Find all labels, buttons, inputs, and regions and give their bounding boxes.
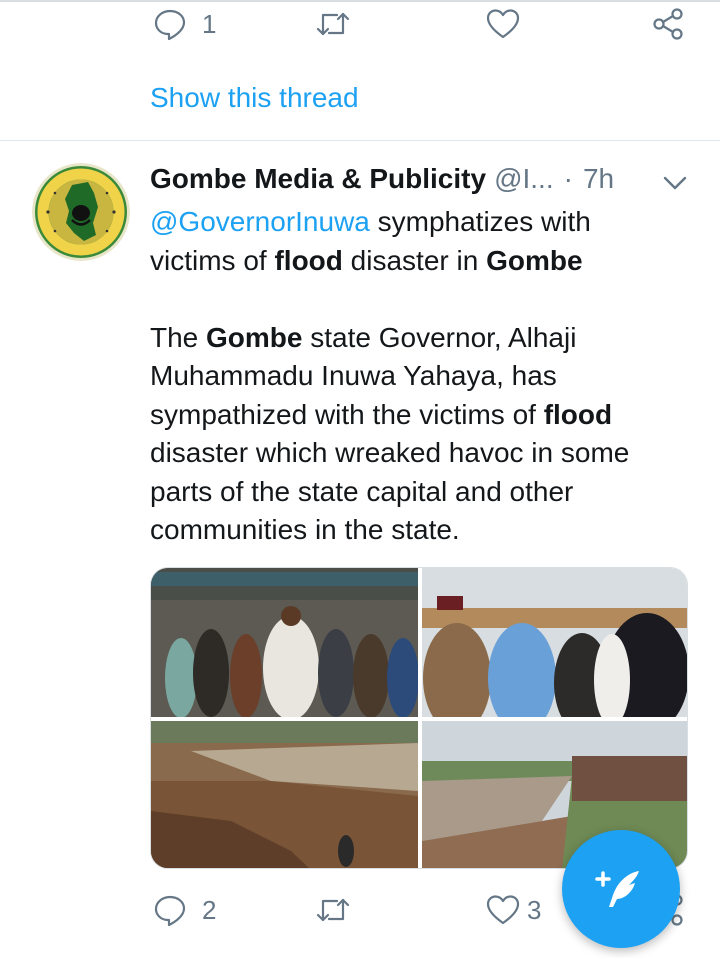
tweet-timestamp[interactable]: 7h: [583, 163, 614, 195]
mention-link[interactable]: @GovernorInuwa: [150, 206, 370, 237]
tweet-divider: [0, 140, 720, 141]
compose-tweet-icon: [595, 871, 639, 907]
tweet-media-grid: [150, 567, 688, 869]
text-span: The: [150, 321, 207, 353]
like-button[interactable]: 3: [485, 890, 541, 930]
retweet-button[interactable]: [315, 890, 351, 930]
reply-count: 1: [202, 8, 217, 39]
top-divider: [0, 0, 720, 2]
tweet-menu-button[interactable]: [660, 168, 690, 198]
author-handle[interactable]: @I...: [494, 163, 554, 195]
retweet-icon: [316, 12, 350, 36]
reply-icon: [154, 895, 186, 927]
bold-keyword: flood: [543, 398, 613, 430]
text-span: disaster which wreaked havoc in some par…: [150, 437, 630, 545]
tweet-body: The Gombe state Governor, Alhaji Muhamma…: [150, 319, 690, 550]
compose-tweet-button[interactable]: [562, 830, 680, 948]
retweet-icon: [316, 898, 350, 922]
tweet-text: @GovernorInuwa symphatizes with victims o…: [150, 203, 690, 550]
gombe-state-seal-logo: [32, 163, 130, 261]
author-name[interactable]: Gombe Media & Publicity: [150, 163, 486, 195]
reply-count: 2: [202, 894, 217, 925]
tweet-headline: @GovernorInuwa symphatizes with victims o…: [150, 203, 690, 280]
photo-flood-erosion-1[interactable]: [151, 721, 418, 868]
avatar[interactable]: [32, 163, 130, 261]
photo-governor-crowd-2[interactable]: [422, 568, 687, 717]
header-separator: ·: [563, 163, 573, 194]
prev-tweet-action-bar: 1: [0, 4, 720, 44]
show-thread-link[interactable]: Show this thread: [150, 82, 359, 114]
bold-keyword: flood: [274, 244, 343, 276]
like-count: 3: [527, 894, 542, 925]
share-icon: [653, 8, 683, 40]
text-span: symphatizes with: [369, 206, 591, 237]
tweet-header: Gombe Media & Publicity @I... · 7h: [150, 163, 650, 199]
like-icon: [486, 895, 520, 925]
like-icon: [486, 9, 520, 39]
reply-button[interactable]: 2: [152, 890, 216, 930]
photo-governor-crowd-1[interactable]: [151, 568, 418, 717]
reply-button[interactable]: 1: [152, 4, 216, 44]
bold-keyword: Gombe: [486, 244, 583, 276]
like-button[interactable]: [485, 4, 521, 44]
bold-keyword: Gombe: [206, 321, 303, 353]
chevron-down-icon: [663, 176, 687, 190]
reply-icon: [154, 9, 186, 41]
text-span: victims of: [150, 244, 275, 276]
share-button[interactable]: [650, 4, 686, 44]
text-span: disaster in: [342, 244, 487, 276]
retweet-button[interactable]: [315, 4, 351, 44]
